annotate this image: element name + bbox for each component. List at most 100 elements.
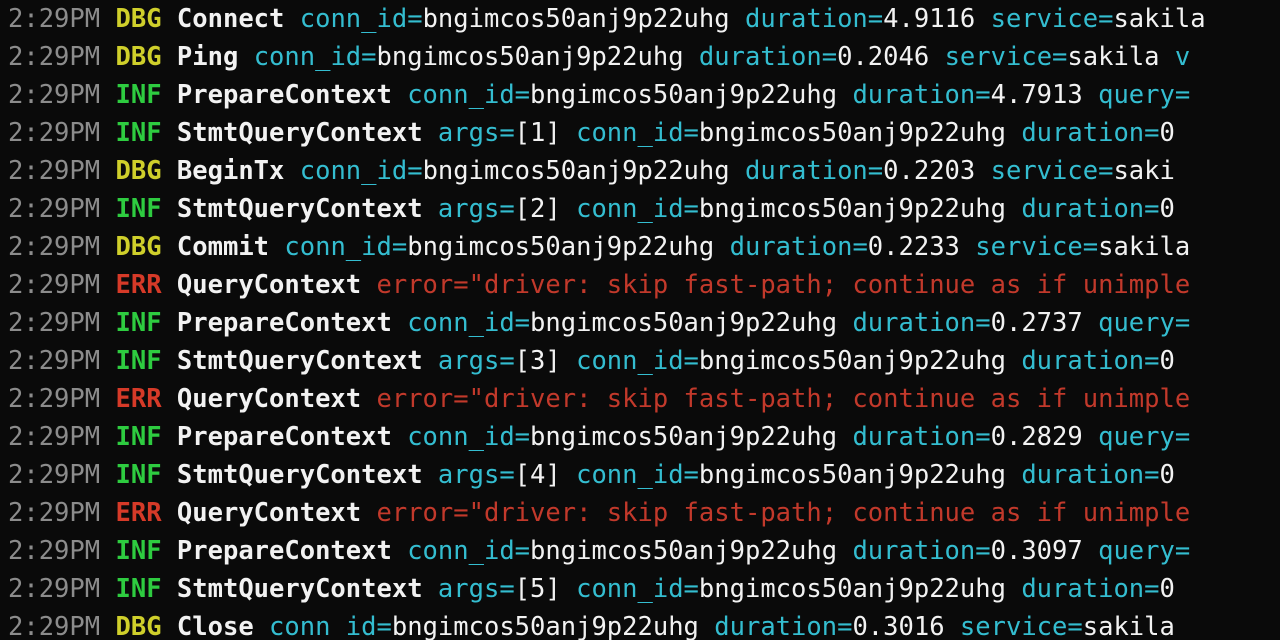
log-field-value: sakila	[1113, 4, 1206, 34]
log-message: QueryContext	[176, 384, 362, 414]
log-message: Ping	[176, 42, 239, 72]
log-timestamp: 2:29PM	[8, 270, 101, 300]
log-message: Commit	[176, 232, 270, 262]
log-field-key: args=	[437, 346, 515, 376]
log-field-key: conn_id=	[576, 346, 699, 376]
log-field-key: conn_id=	[576, 460, 699, 490]
log-level-inf: INF	[115, 574, 162, 604]
log-timestamp: 2:29PM	[8, 384, 101, 414]
log-line: 2:29PM INF StmtQueryContext args=[1] con…	[0, 114, 1280, 152]
log-field-value-error: "driver: skip fast-path; continue as if …	[468, 498, 1191, 528]
log-field-value: 0	[1159, 118, 1175, 148]
log-timestamp: 2:29PM	[8, 4, 101, 34]
log-level-inf: INF	[115, 346, 162, 376]
log-level-err: ERR	[115, 270, 162, 300]
log-field-key: duration=	[1021, 194, 1160, 224]
log-field-value: bngimcos50anj9p22uhg	[530, 536, 838, 566]
log-field-value-error: "driver: skip fast-path; continue as if …	[468, 384, 1191, 414]
log-line: 2:29PM INF PrepareContext conn_id=bngimc…	[0, 532, 1280, 570]
log-field-key-error: error=	[376, 384, 469, 414]
log-timestamp: 2:29PM	[8, 574, 101, 604]
log-level-inf: INF	[115, 80, 162, 110]
log-field-key: args=	[437, 574, 515, 604]
log-field-value: 0.2203	[883, 156, 976, 186]
log-field-key: args=	[437, 194, 515, 224]
log-field-key: duration=	[714, 612, 853, 640]
log-field-value: bngimcos50anj9p22uhg	[391, 612, 699, 640]
log-field-key: args=	[437, 118, 515, 148]
log-field-key: v	[1174, 42, 1191, 72]
log-level-dbg: DBG	[115, 42, 162, 72]
log-line: 2:29PM DBG Close conn_id=bngimcos50anj9p…	[0, 608, 1280, 640]
log-message: BeginTx	[176, 156, 285, 186]
log-field-key: conn_id=	[253, 42, 377, 72]
log-message: StmtQueryContext	[176, 346, 423, 376]
log-field-value: 0	[1159, 574, 1175, 604]
log-level-dbg: DBG	[115, 612, 162, 640]
terminal-log-output[interactable]: 2:29PM DBG Connect conn_id=bngimcos50anj…	[0, 0, 1280, 640]
log-message: Connect	[176, 4, 285, 34]
log-line: 2:29PM ERR QueryContext error="driver: s…	[0, 266, 1280, 304]
log-field-key: service=	[990, 156, 1114, 186]
log-field-value: saki	[1113, 156, 1175, 186]
log-level-inf: INF	[115, 308, 162, 338]
log-level-inf: INF	[115, 118, 162, 148]
log-message: PrepareContext	[176, 422, 392, 452]
log-line: 2:29PM INF StmtQueryContext args=[2] con…	[0, 190, 1280, 228]
log-message: Close	[176, 612, 254, 640]
log-field-value: 0	[1159, 194, 1175, 224]
log-field-value: bngimcos50anj9p22uhg	[698, 346, 1006, 376]
log-field-key: query=	[1098, 308, 1191, 338]
log-field-key: duration=	[852, 308, 991, 338]
log-field-value: [1]	[514, 118, 561, 148]
log-field-key: query=	[1098, 536, 1191, 566]
log-timestamp: 2:29PM	[8, 42, 101, 72]
log-field-key: conn_id=	[407, 80, 531, 110]
log-field-key: duration=	[698, 42, 838, 72]
log-field-key: duration=	[1021, 346, 1160, 376]
log-timestamp: 2:29PM	[8, 308, 101, 338]
log-line: 2:29PM DBG BeginTx conn_id=bngimcos50anj…	[0, 152, 1280, 190]
log-line: 2:29PM INF StmtQueryContext args=[5] con…	[0, 570, 1280, 608]
log-field-key: duration=	[852, 422, 991, 452]
log-message: StmtQueryContext	[176, 574, 423, 604]
log-field-key: conn_id=	[407, 308, 531, 338]
log-level-err: ERR	[115, 498, 162, 528]
log-field-key: conn_id=	[407, 536, 531, 566]
log-field-value: bngimcos50anj9p22uhg	[422, 4, 730, 34]
log-field-value: sakila	[1098, 232, 1191, 262]
